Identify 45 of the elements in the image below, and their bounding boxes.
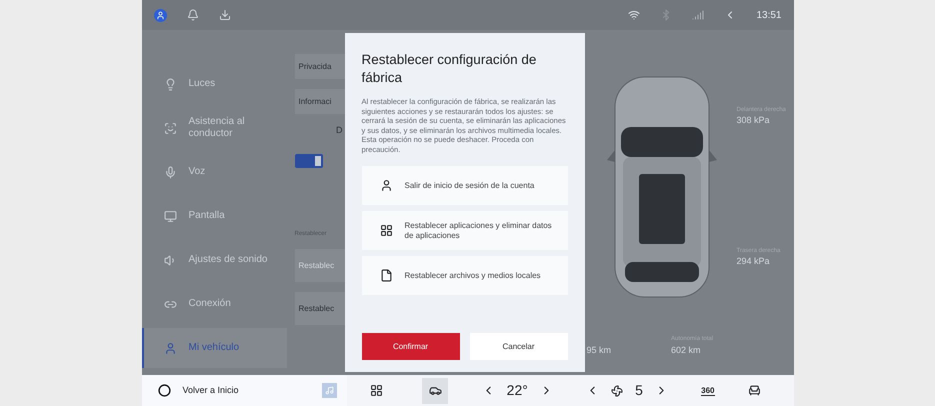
fan-speed-value: 5 [635,381,643,400]
sidebar-item[interactable]: Pantalla [142,196,286,236]
sidebar-item[interactable]: Luces [142,64,286,104]
person-icon [164,342,176,354]
sidebar-item[interactable]: Mi vehículo [142,328,286,368]
home-link[interactable]: Volver a Inicio [182,384,239,398]
bell-icon[interactable] [186,9,198,21]
grid-icon [380,224,392,237]
face-scan-icon [164,122,176,134]
microphone-icon [164,166,176,178]
sidebar-item[interactable]: Asistencia al conductor [142,108,286,148]
lightbulb-icon [164,78,176,90]
settings-button[interactable]: Informaci [294,89,344,114]
tire-pressure: 308 kPa [736,114,771,127]
sidebar-item[interactable]: Conexión [142,284,286,324]
section-heading: D [336,124,342,137]
file-icon [380,269,392,282]
option-label: Salir de inicio de sesión de la cuenta [404,180,534,190]
confirm-button[interactable]: Confirmar [362,333,460,360]
tire-pressure: 294 kPa [736,255,771,268]
temperature-value: 22° [506,381,528,400]
person-icon [380,179,392,192]
download-icon[interactable] [218,9,230,21]
cancel-button[interactable]: Cancelar [470,333,568,360]
settings-button[interactable]: Privacida [294,54,344,79]
sidebar-item[interactable]: Voz [142,152,286,192]
stat-value: 95 km [586,344,612,356]
reset-button[interactable]: Restablec [294,292,344,325]
fan-icon [611,384,624,396]
speaker-icon [164,254,176,266]
stat-value: 602 km [671,344,702,356]
profile-icon[interactable] [154,8,166,22]
monitor-icon [164,210,176,222]
signal-icon [692,9,704,21]
sidebar-item[interactable]: Ajustes de sonido [142,240,286,280]
grid-icon [370,384,383,397]
toggle-switch[interactable] [294,154,322,168]
seat-icon[interactable] [748,384,761,397]
clock-time: 13:51 [756,8,782,22]
dialog-title: Restablecer configuración de fábrica [362,51,538,87]
home-icon[interactable] [158,384,170,397]
camera-360-button[interactable]: 360 [701,386,715,396]
vehicle-button[interactable] [422,378,448,404]
option-label: Restablecer aplicaciones y eliminar datos de aplicaciones [404,220,553,240]
option-label: Restablecer archivos y medios locales [404,270,541,280]
